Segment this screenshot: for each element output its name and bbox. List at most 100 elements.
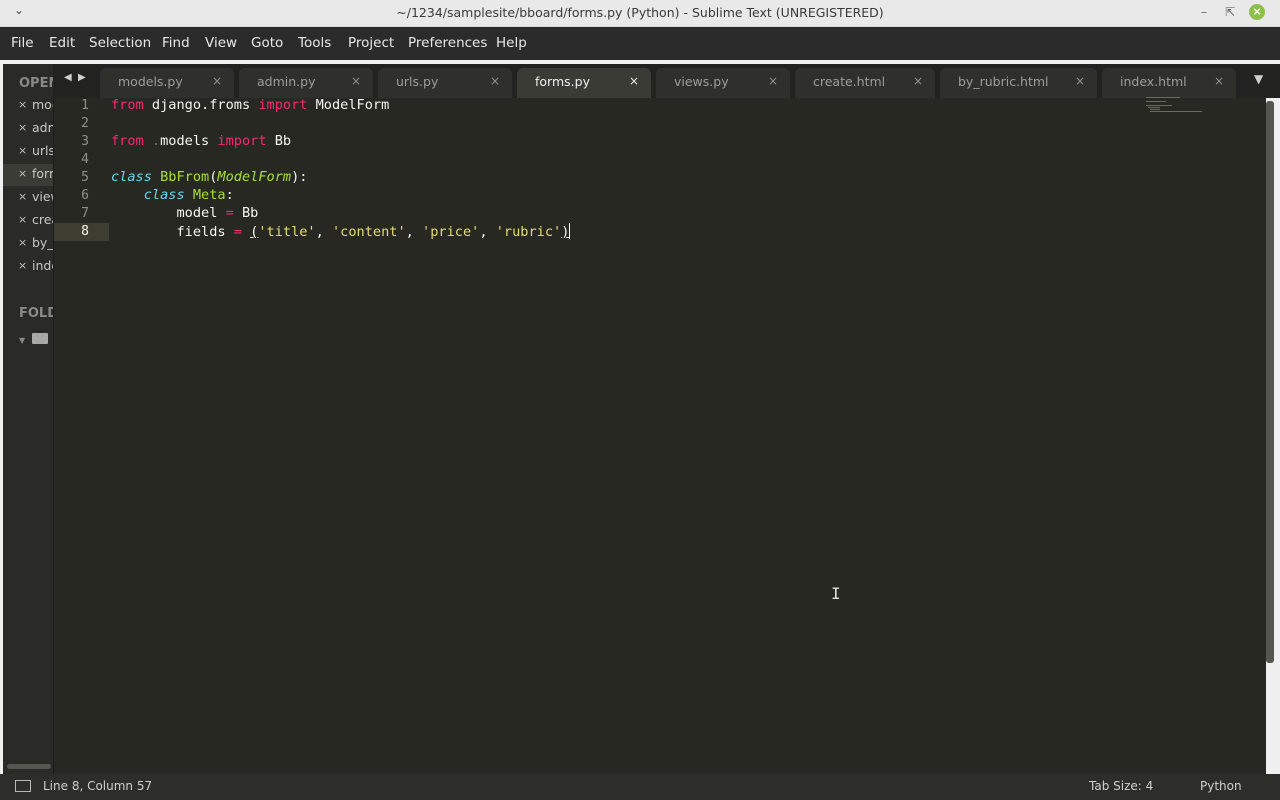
sidebar-file-item[interactable]: × by_ (3, 233, 53, 255)
close-icon[interactable]: × (490, 74, 500, 88)
sidebar-file-label: urls (32, 143, 53, 158)
line-number: 2 (81, 116, 89, 131)
expand-triangle-icon[interactable]: ▼ (19, 336, 25, 345)
code-token: import (258, 97, 308, 113)
tab-label: admin.py (257, 74, 316, 89)
code-token: class (111, 169, 152, 185)
code-token: BbFrom (160, 169, 210, 185)
panel-toggle-icon[interactable] (15, 780, 31, 792)
close-icon[interactable]: × (212, 74, 222, 88)
minimap-line (1146, 105, 1172, 106)
code-token: models (160, 133, 218, 149)
code-token: import (217, 133, 267, 149)
window-title-bar: ⌄ ~/1234/samplesite/bboard/forms.py (Pyt… (0, 0, 1280, 27)
code-token: Meta (192, 187, 226, 203)
minimap-line (1146, 101, 1166, 102)
minimap[interactable] (1146, 97, 1206, 115)
tab-urls-py[interactable]: urls.py × (378, 68, 512, 98)
sidebar-scrollbar[interactable] (7, 764, 51, 769)
tab-label: index.html (1120, 74, 1187, 89)
menu-find[interactable]: Find (162, 35, 190, 51)
close-icon[interactable]: × (629, 74, 639, 88)
tab-views-py[interactable]: views.py × (656, 68, 790, 98)
close-icon[interactable]: × (18, 236, 27, 249)
tab-forms-py[interactable]: forms.py × (517, 68, 651, 98)
code-line-6: class Meta: (111, 187, 234, 203)
syntax-selector[interactable]: Python (1200, 779, 1242, 793)
tab-scroll-right-icon[interactable]: ▶ (78, 72, 86, 83)
tab-index-html[interactable]: index.html × (1102, 68, 1236, 98)
close-icon[interactable]: × (913, 74, 923, 88)
tab-models-py[interactable]: models.py × (100, 68, 234, 98)
menu-edit[interactable]: Edit (49, 35, 75, 51)
folder-icon[interactable] (32, 333, 48, 344)
sidebar-file-item[interactable]: × view (3, 187, 53, 209)
close-icon[interactable]: × (18, 121, 27, 134)
menu-tools[interactable]: Tools (298, 35, 331, 51)
menu-view[interactable]: View (205, 35, 237, 51)
maximize-icon[interactable]: ⇱ (1222, 4, 1238, 20)
cursor-position: Line 8, Column 57 (43, 779, 153, 793)
close-window-icon[interactable]: × (1249, 4, 1265, 20)
code-token: , (315, 224, 332, 240)
code-line-1: from django.froms import ModelForm (111, 97, 389, 113)
sidebar-file-item[interactable]: × crea (3, 210, 53, 232)
close-icon[interactable]: × (351, 74, 361, 88)
close-icon[interactable]: × (18, 190, 27, 203)
sidebar-file-label: mod (32, 97, 53, 112)
code-token: from (111, 133, 144, 149)
close-icon[interactable]: × (18, 167, 27, 180)
code-token: : (225, 187, 234, 203)
code-line-7: model = Bb (111, 205, 258, 221)
menu-bar: File Edit Selection Find View Goto Tools… (0, 27, 1280, 60)
code-token-matched-bracket: ) (561, 224, 570, 240)
menu-help[interactable]: Help (496, 35, 527, 51)
close-icon[interactable]: × (18, 213, 27, 226)
tab-admin-py[interactable]: admin.py × (239, 68, 373, 98)
tab-scroll-left-icon[interactable]: ◀ (64, 72, 72, 83)
tab-size-selector[interactable]: Tab Size: 4 (1089, 779, 1153, 793)
code-token: model (111, 205, 226, 221)
code-token: 'rubric' (495, 224, 562, 240)
minimize-icon[interactable]: – (1196, 4, 1212, 20)
sidebar-file-item-active[interactable]: × form (3, 164, 53, 186)
menu-goto[interactable]: Goto (251, 35, 283, 51)
menu-selection[interactable]: Selection (89, 35, 151, 51)
sidebar-file-item[interactable]: × inde (3, 256, 53, 278)
code-token: , (479, 224, 496, 240)
close-icon[interactable]: × (18, 98, 27, 111)
window-title: ~/1234/samplesite/bboard/forms.py (Pytho… (396, 5, 884, 20)
code-editor[interactable] (54, 98, 1266, 774)
line-number: 1 (81, 98, 89, 113)
close-icon[interactable]: × (18, 259, 27, 272)
code-line-5: class BbFrom(ModelForm): (111, 169, 307, 185)
close-icon[interactable]: × (18, 144, 27, 157)
sidebar-file-item[interactable]: × adm (3, 118, 53, 140)
line-number: 3 (81, 134, 89, 149)
open-files-header: OPEN (19, 76, 53, 91)
minimap-line (1150, 111, 1202, 112)
tab-label: forms.py (535, 74, 590, 89)
code-token: ): (291, 169, 308, 185)
close-icon[interactable]: × (1214, 74, 1224, 88)
menu-file[interactable]: File (11, 35, 34, 51)
sidebar-file-item[interactable]: × urls (3, 141, 53, 163)
vertical-scrollbar[interactable] (1266, 101, 1274, 663)
tab-by-rubric-html[interactable]: by_rubric.html × (940, 68, 1097, 98)
menu-preferences[interactable]: Preferences (408, 35, 487, 51)
tab-create-html[interactable]: create.html × (795, 68, 935, 98)
line-number: 7 (81, 206, 89, 221)
close-icon[interactable]: × (768, 74, 778, 88)
folders-header: FOLD (19, 306, 53, 321)
sidebar-file-item[interactable]: × mod (3, 95, 53, 117)
menu-project[interactable]: Project (348, 35, 394, 51)
code-token: 'content' (332, 224, 406, 240)
tab-label: create.html (813, 74, 886, 89)
line-number: 6 (81, 188, 89, 203)
tab-overflow-icon[interactable]: ▼ (1254, 72, 1263, 86)
status-bar: Line 8, Column 57 Tab Size: 4 Python (0, 774, 1280, 800)
close-icon[interactable]: × (1075, 74, 1085, 88)
